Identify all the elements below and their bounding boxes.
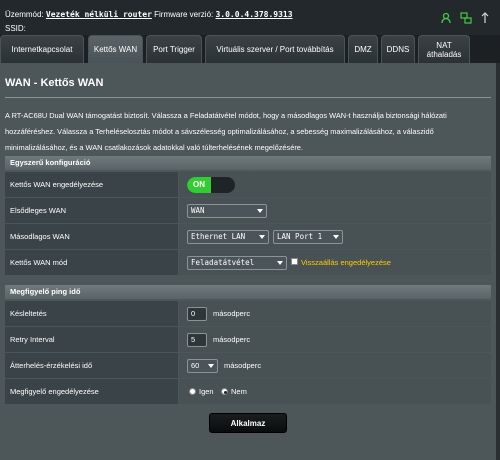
mode-link[interactable]: Vezeték nélküli router: [46, 10, 152, 19]
top-status-bar: Üzemmód: Vezeték nélküli router Firmware…: [0, 0, 500, 35]
tab-label: Kettős WAN: [93, 45, 138, 54]
tab-label: DDNS: [386, 45, 410, 54]
tab-nat[interactable]: NAT áthaladás: [418, 35, 470, 63]
user-icon[interactable]: [440, 12, 452, 24]
row-secondary-wan: Másodlagos WAN Ethernet LAN LAN Port 1: [5, 224, 491, 249]
monitor-no-label: Nem: [231, 387, 247, 396]
detect-time-value: 60: [191, 361, 200, 370]
primary-wan-select[interactable]: WAN: [187, 204, 267, 218]
fallback-checkbox[interactable]: [291, 258, 298, 265]
page-title: WAN - Kettős WAN: [5, 77, 104, 89]
chevron-down-icon: [257, 209, 263, 213]
page-description: A RT-AC68U Dual WAN támogatást biztosít.…: [5, 111, 447, 152]
delay-input[interactable]: 0: [187, 307, 207, 321]
detect-time-select[interactable]: 60: [187, 359, 218, 373]
secondary-port-select[interactable]: LAN Port 1: [273, 230, 343, 244]
primary-wan-field: WAN: [179, 198, 491, 223]
row-enable-dual-wan: Kettős WAN engedélyezése ON: [5, 172, 491, 197]
primary-wan-value: WAN: [191, 206, 205, 215]
delay-field: 0 másodperc: [179, 301, 491, 326]
tab-virtual-server[interactable]: Virtuális szerver / Port továbbítás: [205, 35, 345, 63]
toggle-on-label: ON: [187, 177, 211, 193]
delay-unit: másodperc: [213, 309, 251, 318]
secondary-wan-select[interactable]: Ethernet LAN: [187, 230, 269, 244]
secondary-port-value: LAN Port 1: [277, 232, 323, 241]
dual-wan-mode-label: Kettős WAN mód: [5, 250, 178, 275]
monitor-yes-radio[interactable]: [189, 388, 196, 395]
detect-time-unit: másodperc: [224, 361, 262, 370]
mode-label: Üzemmód:: [5, 10, 44, 19]
firmware-label: Firmware verzió:: [154, 10, 214, 19]
fallback-label: Visszaállás engedélyezése: [301, 258, 391, 267]
monitor-field: Igen Nem: [179, 379, 491, 404]
delay-label: Késleltetés: [5, 301, 178, 326]
chevron-down-icon: [259, 235, 265, 239]
ping-header: Megfigyelő ping idő: [5, 285, 491, 299]
tab-label: Port Trigger: [153, 45, 195, 54]
title-divider: [5, 97, 491, 98]
primary-wan-label: Elsődleges WAN: [5, 198, 178, 223]
enable-dual-wan-label: Kettős WAN engedélyezése: [5, 172, 178, 197]
tab-ddns[interactable]: DDNS: [381, 35, 415, 63]
tab-internet[interactable]: Internetkapcsolat: [0, 35, 84, 63]
chevron-down-icon: [277, 261, 283, 265]
ssid-label: SSID:: [5, 24, 26, 33]
tab-label: DMZ: [354, 45, 372, 54]
row-monitor: Megfigyelő engedélyezése Igen Nem: [5, 379, 491, 404]
row-dual-wan-mode: Kettős WAN mód Feladatátvétel Visszaállá…: [5, 250, 491, 275]
tab-label: NAT áthaladás: [426, 40, 462, 59]
apply-button[interactable]: Alkalmaz: [209, 413, 287, 433]
row-detect-time: Átterhelés-érzékelési idő 60 másodperc: [5, 353, 491, 378]
retry-unit: másodperc: [213, 335, 251, 344]
dual-wan-mode-field: Feladatátvétel Visszaállás engedélyezése: [179, 250, 491, 275]
dual-wan-mode-select[interactable]: Feladatátvétel: [187, 256, 287, 270]
tab-port-trigger[interactable]: Port Trigger: [146, 35, 202, 63]
monitor-label: Megfigyelő engedélyezése: [5, 379, 178, 404]
chevron-down-icon: [208, 364, 214, 368]
main-panel: WAN - Kettős WAN A RT-AC68U Dual WAN tám…: [0, 63, 496, 460]
row-retry: Retry Interval 5 másodperc: [5, 327, 491, 352]
secondary-wan-value: Ethernet LAN: [191, 232, 246, 241]
secondary-wan-field: Ethernet LAN LAN Port 1: [179, 224, 491, 249]
retry-input[interactable]: 5: [187, 333, 207, 347]
status-row: Üzemmód: Vezeték nélküli router Firmware…: [5, 10, 293, 19]
tab-dmz[interactable]: DMZ: [348, 35, 378, 63]
monitor-no-radio[interactable]: [221, 388, 228, 395]
retry-field: 5 másodperc: [179, 327, 491, 352]
monitor-yes-label: Igen: [199, 387, 214, 396]
tab-label: Internetkapcsolat: [11, 45, 73, 54]
row-delay: Késleltetés 0 másodperc: [5, 301, 491, 326]
dual-wan-mode-value: Feladatátvétel: [191, 258, 255, 267]
top-icons: [440, 12, 490, 24]
chevron-down-icon: [333, 235, 339, 239]
tab-bar: Internetkapcsolat Kettős WAN Port Trigge…: [0, 35, 500, 63]
detect-time-field: 60 másodperc: [179, 353, 491, 378]
secondary-wan-label: Másodlagos WAN: [5, 224, 178, 249]
enable-dual-wan-field: ON: [179, 172, 491, 197]
row-primary-wan: Elsődleges WAN WAN: [5, 198, 491, 223]
ssid-row: SSID:: [5, 24, 26, 33]
basic-config-header: Egyszerű konfiguráció: [5, 156, 491, 170]
usb-icon[interactable]: [480, 12, 490, 24]
dual-wan-toggle[interactable]: ON: [187, 177, 235, 193]
network-icon[interactable]: [460, 12, 472, 24]
scrollbar[interactable]: [496, 63, 500, 460]
retry-label: Retry Interval: [5, 327, 178, 352]
tab-dual-wan[interactable]: Kettős WAN: [88, 35, 143, 63]
detect-time-label: Átterhelés-érzékelési idő: [5, 353, 178, 378]
tab-label: Virtuális szerver / Port továbbítás: [216, 45, 334, 54]
firmware-link[interactable]: 3.0.0.4.378.9313: [215, 10, 292, 19]
